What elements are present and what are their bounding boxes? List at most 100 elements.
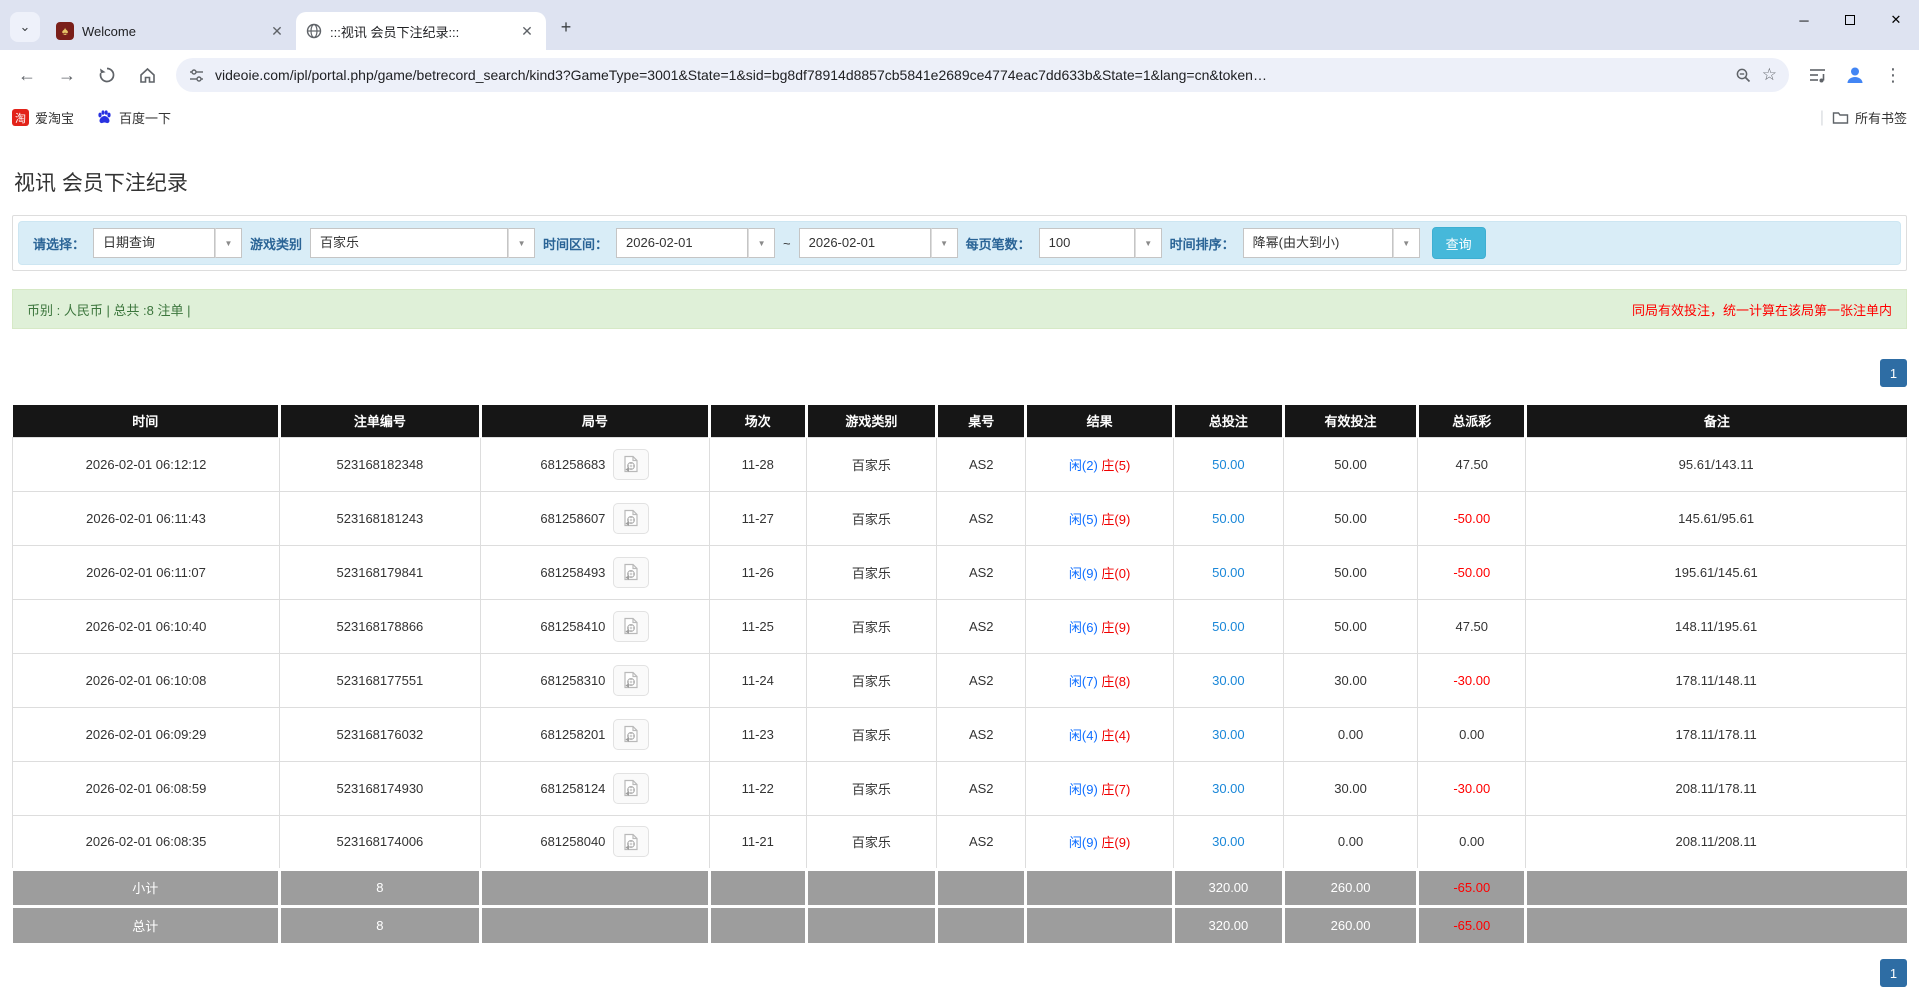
chevron-down-icon[interactable]: ▼ <box>215 228 242 258</box>
site-settings-icon[interactable] <box>188 67 205 84</box>
cell-session: 11-28 <box>709 437 806 491</box>
tab-welcome[interactable]: ♠ Welcome ✕ <box>46 12 296 50</box>
cell-valid-bet: 0.00 <box>1283 815 1417 869</box>
cell-valid-bet: 50.00 <box>1283 545 1417 599</box>
cell-total-bet: 30.00 <box>1173 815 1283 869</box>
game-type-value: 百家乐 <box>310 228 508 258</box>
cell-valid-bet: 50.00 <box>1283 599 1417 653</box>
replay-video-button[interactable] <box>613 449 649 480</box>
page-size-select[interactable]: 100 ▼ <box>1039 228 1162 258</box>
replay-video-button[interactable] <box>613 826 649 857</box>
col-table-no: 桌号 <box>937 405 1026 437</box>
bookmark-star-icon[interactable]: ☆ <box>1762 65 1777 85</box>
cell-session: 11-27 <box>709 491 806 545</box>
cell-time: 2026-02-01 06:12:12 <box>13 437 280 491</box>
result-player: 闲(6) <box>1069 620 1098 635</box>
page-1-button[interactable]: 1 <box>1880 959 1907 987</box>
cell-valid-bet: 50.00 <box>1283 437 1417 491</box>
col-remark: 备注 <box>1526 405 1907 437</box>
total-bet-link[interactable]: 50.00 <box>1212 565 1245 580</box>
cell-bet-id: 523168179841 <box>280 545 481 599</box>
chevron-down-icon[interactable]: ▼ <box>508 228 535 258</box>
chevron-down-icon[interactable]: ▼ <box>1135 228 1162 258</box>
chevron-down-icon[interactable]: ▼ <box>931 228 958 258</box>
total-bet-link[interactable]: 50.00 <box>1212 457 1245 472</box>
bookmark-baidu[interactable]: 百度一下 <box>96 108 171 127</box>
total-bet-link[interactable]: 50.00 <box>1212 511 1245 526</box>
profile-avatar[interactable] <box>1839 59 1871 91</box>
total-bet-link[interactable]: 50.00 <box>1212 619 1245 634</box>
refresh-icon[interactable] <box>90 58 124 92</box>
total-bet-link[interactable]: 30.00 <box>1212 673 1245 688</box>
page-1-button[interactable]: 1 <box>1880 359 1907 387</box>
cell-table-no: AS2 <box>937 545 1026 599</box>
table-footer: 小计 8 320.00 260.00 -65.00 总计 8 320.00 26… <box>13 869 1907 943</box>
cell-time: 2026-02-01 06:11:43 <box>13 491 280 545</box>
total-bet-link[interactable]: 30.00 <box>1212 727 1245 742</box>
close-window-button[interactable]: ✕ <box>1873 0 1919 40</box>
subtotal-valid-bet: 260.00 <box>1283 869 1417 906</box>
total-bet-link[interactable]: 30.00 <box>1212 781 1245 796</box>
cell-bet-id: 523168181243 <box>280 491 481 545</box>
media-controls-icon[interactable] <box>1801 59 1833 91</box>
replay-video-button[interactable] <box>613 611 649 642</box>
query-type-select[interactable]: 日期查询 ▼ <box>93 228 242 258</box>
sort-value: 降幂(由大到小) <box>1243 228 1393 258</box>
result-banker: 庄(4) <box>1101 728 1130 743</box>
forward-icon[interactable]: → <box>50 58 84 92</box>
cell-result: 闲(5) 庄(9) <box>1026 491 1174 545</box>
zoom-icon[interactable] <box>1735 67 1752 84</box>
date-from-select[interactable]: 2026-02-01 ▼ <box>616 228 775 258</box>
round-id-text: 681258310 <box>540 673 605 688</box>
folder-icon <box>1832 110 1849 125</box>
chevron-down-icon[interactable]: ▼ <box>748 228 775 258</box>
cell-round-id: 681258201 <box>480 707 709 761</box>
table-row: 2026-02-01 06:09:29 523168176032 6812582… <box>13 707 1907 761</box>
cell-round-id: 681258310 <box>480 653 709 707</box>
maximize-button[interactable] <box>1827 0 1873 40</box>
replay-video-button[interactable] <box>613 773 649 804</box>
tab-bet-records[interactable]: :::视讯 会员下注纪录::: ✕ <box>296 12 546 50</box>
cell-session: 11-25 <box>709 599 806 653</box>
total-valid-bet: 260.00 <box>1283 906 1417 943</box>
browser-menu-icon[interactable]: ⋮ <box>1877 59 1909 91</box>
url-text[interactable]: videoie.com/ipl/portal.php/game/betrecor… <box>215 67 1725 83</box>
total-count: 8 <box>280 906 481 943</box>
all-bookmarks-button[interactable]: 所有书签 <box>1832 108 1907 127</box>
replay-video-button[interactable] <box>613 719 649 750</box>
tab-strip: ⌄ ♠ Welcome ✕ :::视讯 会员下注纪录::: ✕ + ─ ✕ <box>0 0 1919 50</box>
replay-video-button[interactable] <box>613 665 649 696</box>
table-row: 2026-02-01 06:08:35 523168174006 6812580… <box>13 815 1907 869</box>
cell-bet-id: 523168174006 <box>280 815 481 869</box>
back-icon[interactable]: ← <box>10 58 44 92</box>
tab-search-button[interactable]: ⌄ <box>10 12 40 42</box>
search-button[interactable]: 查询 <box>1432 227 1486 259</box>
chevron-down-icon[interactable]: ▼ <box>1393 228 1420 258</box>
cell-session: 11-22 <box>709 761 806 815</box>
cell-total-bet: 30.00 <box>1173 707 1283 761</box>
tab-close-icon[interactable]: ✕ <box>268 22 286 40</box>
date-to-select[interactable]: 2026-02-01 ▼ <box>799 228 958 258</box>
new-tab-button[interactable]: + <box>552 13 580 41</box>
round-id-text: 681258410 <box>540 619 605 634</box>
replay-video-button[interactable] <box>613 503 649 534</box>
bookmark-aitaobao[interactable]: 淘 爱淘宝 <box>12 108 74 127</box>
home-icon[interactable] <box>130 58 164 92</box>
col-time: 时间 <box>13 405 280 437</box>
cell-payout: -30.00 <box>1418 653 1526 707</box>
game-type-select[interactable]: 百家乐 ▼ <box>310 228 535 258</box>
cell-result: 闲(9) 庄(0) <box>1026 545 1174 599</box>
minimize-button[interactable]: ─ <box>1781 0 1827 40</box>
select-label: 请选择： <box>33 234 85 253</box>
tab-close-icon[interactable]: ✕ <box>518 22 536 40</box>
date-to-value: 2026-02-01 <box>799 228 931 258</box>
cell-time: 2026-02-01 06:10:40 <box>13 599 280 653</box>
cell-game: 百家乐 <box>806 599 937 653</box>
bookmark-label: 百度一下 <box>119 108 171 127</box>
table-row: 2026-02-01 06:11:07 523168179841 6812584… <box>13 545 1907 599</box>
cell-round-id: 681258607 <box>480 491 709 545</box>
address-bar[interactable]: videoie.com/ipl/portal.php/game/betrecor… <box>176 58 1789 92</box>
sort-select[interactable]: 降幂(由大到小) ▼ <box>1243 228 1420 258</box>
replay-video-button[interactable] <box>613 557 649 588</box>
total-bet-link[interactable]: 30.00 <box>1212 834 1245 849</box>
